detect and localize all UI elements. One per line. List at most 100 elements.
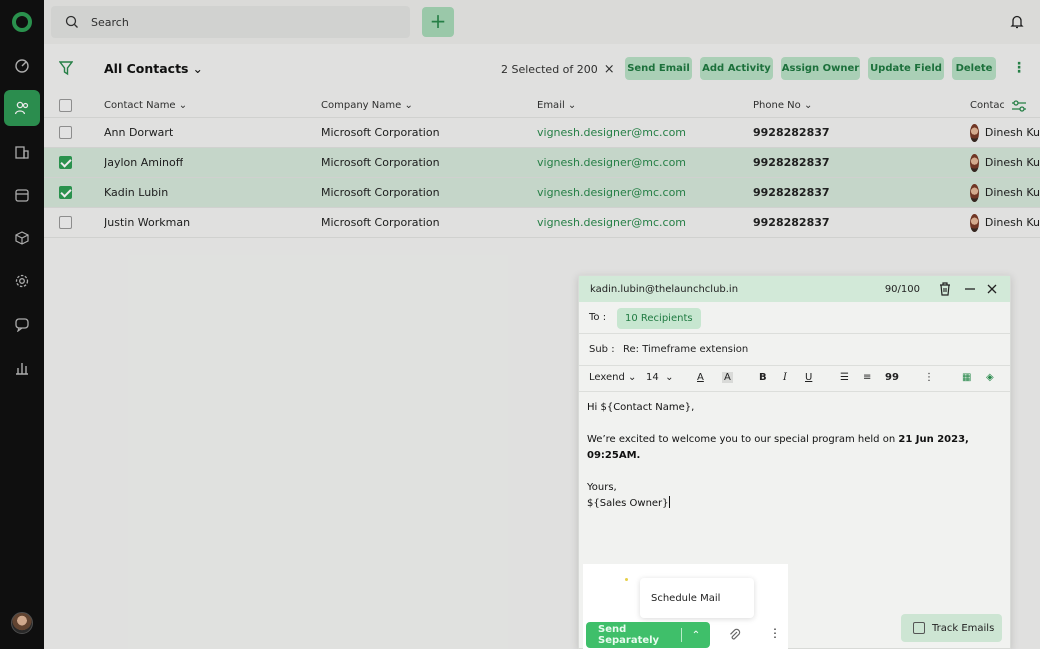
row-checkbox[interactable] — [59, 126, 72, 139]
table-row[interactable]: Jaylon Aminoff Microsoft Corporation vig… — [44, 148, 1040, 178]
align-icon[interactable]: ≡ — [863, 372, 871, 383]
text-color-icon[interactable]: A — [697, 372, 704, 383]
contact-name[interactable]: Justin Workman — [104, 208, 190, 237]
sidebar-item-products[interactable] — [4, 220, 40, 256]
contact-phone: 9928282837 — [753, 126, 830, 139]
sidebar-item-messages[interactable] — [4, 306, 40, 342]
search-icon — [65, 15, 78, 28]
avatar — [970, 153, 979, 172]
body-line: We’re excited to welcome you to our spec… — [587, 434, 969, 461]
send-more-icon[interactable]: ⋮ — [769, 626, 781, 640]
view-selector[interactable]: All Contacts ⌄ — [104, 61, 203, 76]
chat-icon — [15, 318, 29, 332]
delete-button[interactable]: Delete — [952, 57, 996, 80]
header-contact-owner[interactable]: Contac — [970, 94, 1004, 117]
table-row[interactable]: Ann Dorwart Microsoft Corporation vignes… — [44, 118, 1040, 148]
contact-phone: 9928282837 — [753, 186, 830, 199]
header-contact-name[interactable]: Contact Name ⌄ — [104, 94, 187, 117]
font-family-select[interactable]: Lexend ⌄ — [589, 372, 636, 383]
update-field-button[interactable]: Update Field — [868, 57, 944, 80]
track-emails-label: Track Emails — [932, 622, 995, 634]
email-body[interactable]: Hi ${Contact Name}, We’re excited to wel… — [579, 392, 1010, 520]
row-checkbox[interactable] — [59, 186, 72, 199]
contacts-table: Contact Name ⌄ Company Name ⌄ Email ⌄ Ph… — [44, 94, 1040, 238]
text-cursor — [668, 496, 670, 508]
sidebar-item-dashboard[interactable] — [4, 48, 40, 84]
contact-phone: 9928282837 — [753, 156, 830, 169]
app-logo[interactable] — [12, 12, 32, 32]
selection-text: 2 Selected of 200 — [501, 63, 598, 76]
search-input[interactable]: Search — [51, 6, 410, 38]
track-emails-toggle[interactable]: Track Emails — [901, 614, 1002, 642]
row-checkbox[interactable] — [59, 156, 72, 169]
table-row[interactable]: Justin Workman Microsoft Corporation vig… — [44, 208, 1040, 238]
compose-header: kadin.lubin@thelaunchclub.in 90/100 — [579, 276, 1010, 302]
sidebar-item-settings[interactable] — [4, 263, 40, 299]
contact-name[interactable]: Ann Dorwart — [104, 118, 173, 147]
contact-owner: Dinesh Ku — [970, 208, 1040, 237]
add-activity-button[interactable]: Add Activity — [700, 57, 773, 80]
to-label: To : — [589, 312, 607, 323]
recipients-chip[interactable]: 10 Recipients — [617, 308, 701, 329]
user-avatar[interactable] — [11, 612, 33, 634]
track-emails-checkbox[interactable] — [913, 622, 925, 634]
row-checkbox[interactable] — [59, 216, 72, 229]
filter-icon[interactable] — [59, 60, 73, 76]
more-options-icon[interactable]: ⋮ — [1012, 60, 1026, 76]
chevron-up-icon[interactable]: ⌃ — [682, 630, 710, 641]
layers-icon[interactable]: ◈ — [986, 372, 994, 383]
subject-input[interactable]: Re: Timeframe extension — [623, 344, 748, 355]
select-all-checkbox[interactable] — [59, 99, 72, 112]
template-icon[interactable]: ▦ — [962, 372, 971, 383]
sidebar-item-reports[interactable] — [4, 350, 40, 386]
table-row[interactable]: Kadin Lubin Microsoft Corporation vignes… — [44, 178, 1040, 208]
trash-icon[interactable] — [938, 281, 952, 296]
sidebar-item-contacts[interactable] — [4, 90, 40, 126]
formatting-toolbar: Lexend ⌄ 14 ⌄ A A B I U ☰ ≡ 99 ⋮ ▦ ◈ — [579, 366, 1010, 392]
contact-email[interactable]: vignesh.designer@mc.com — [537, 178, 686, 207]
underline-icon[interactable]: U — [805, 372, 812, 383]
send-separately-button[interactable]: Send Separately ⌃ — [586, 622, 710, 648]
quote-icon[interactable]: 99 — [885, 372, 899, 383]
bold-icon[interactable]: B — [759, 372, 767, 383]
sidebar-item-calendar[interactable] — [4, 177, 40, 213]
contact-name[interactable]: Jaylon Aminoff — [104, 148, 183, 177]
assign-owner-button[interactable]: Assign Owner — [781, 57, 860, 80]
header-company-name[interactable]: Company Name ⌄ — [321, 94, 413, 117]
contact-email[interactable]: vignesh.designer@mc.com — [537, 118, 686, 147]
header-email[interactable]: Email ⌄ — [537, 94, 576, 117]
table-header: Contact Name ⌄ Company Name ⌄ Email ⌄ Ph… — [44, 94, 1040, 118]
search-placeholder: Search — [91, 15, 129, 29]
font-size-select[interactable]: 14 ⌄ — [646, 372, 673, 383]
bell-icon[interactable] — [1010, 14, 1024, 29]
sidebar-item-companies[interactable] — [4, 134, 40, 170]
cursor-dot — [625, 578, 628, 581]
avatar — [970, 213, 979, 232]
bar-chart-icon — [16, 363, 28, 375]
contact-name[interactable]: Kadin Lubin — [104, 178, 168, 207]
body-closing: Yours, — [587, 482, 617, 493]
bullet-list-icon[interactable]: ☰ — [840, 372, 849, 383]
header-phone[interactable]: Phone No ⌄ — [753, 94, 812, 117]
italic-icon[interactable]: I — [783, 372, 787, 383]
close-icon[interactable] — [987, 284, 997, 294]
contact-owner: Dinesh Ku — [970, 118, 1040, 147]
send-email-button[interactable]: Send Email — [625, 57, 692, 80]
clear-selection-icon[interactable]: × — [604, 62, 615, 77]
more-format-icon[interactable]: ⋮ — [924, 372, 934, 383]
top-bar: Search + — [44, 0, 1040, 44]
add-button[interactable]: + — [422, 7, 454, 37]
selection-count: 2 Selected of 200 × — [501, 62, 615, 77]
contact-owner: Dinesh Ku — [970, 148, 1040, 177]
column-settings-icon[interactable] — [1011, 98, 1027, 114]
attachment-icon[interactable] — [728, 628, 742, 642]
minimize-icon[interactable] — [965, 288, 975, 290]
contacts-icon — [14, 101, 29, 115]
contact-email[interactable]: vignesh.designer@mc.com — [537, 148, 686, 177]
contact-email[interactable]: vignesh.designer@mc.com — [537, 208, 686, 237]
schedule-mail-menu-item[interactable]: Schedule Mail — [640, 578, 754, 618]
calendar-icon — [15, 189, 29, 202]
highlight-icon[interactable]: A — [722, 372, 733, 383]
chevron-down-icon: ⌄ — [192, 61, 203, 76]
view-title: All Contacts — [104, 61, 189, 76]
